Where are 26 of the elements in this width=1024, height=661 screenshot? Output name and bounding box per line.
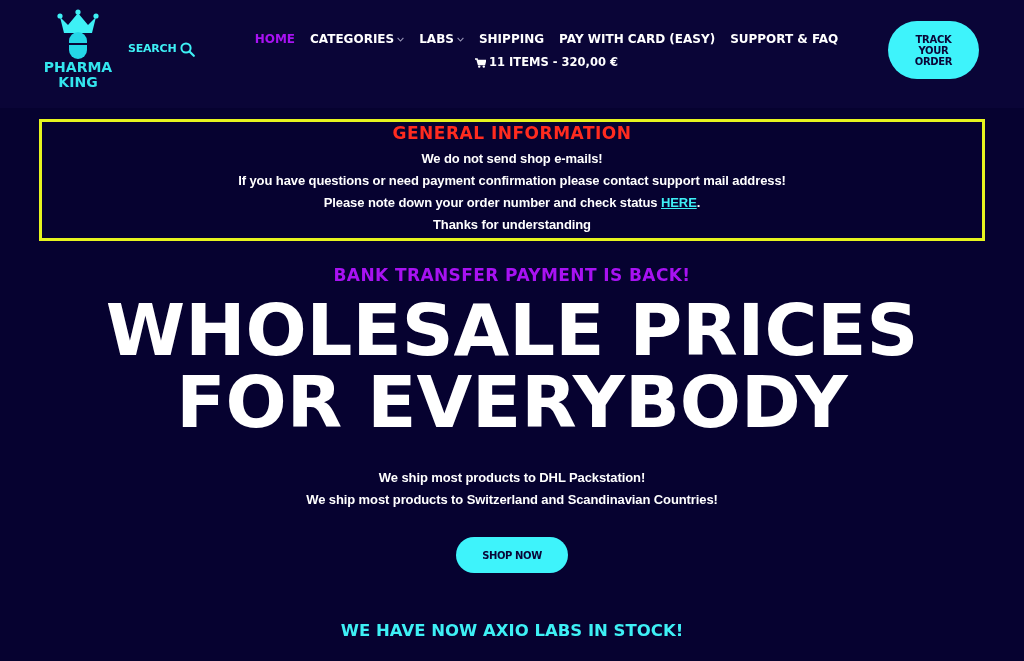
track-order-button[interactable]: TRACK YOUR ORDER xyxy=(888,21,979,79)
nav-link[interactable]: HOME xyxy=(254,30,296,48)
search-link[interactable]: SEARCH xyxy=(128,41,195,58)
shop-now-button[interactable]: SHOP NOW xyxy=(456,537,568,573)
nav-link[interactable]: SHIPPING xyxy=(478,30,545,48)
stock-announcement: WE HAVE NOW AXIO LABS IN STOCK! xyxy=(340,621,684,641)
shipping-text: We ship most products to Switzerland and Scandinavian Countries! xyxy=(306,491,718,509)
status-link[interactable]: HERE xyxy=(661,195,697,210)
shipping-text: We ship most products to DHL Packstation! xyxy=(378,469,646,487)
logo-text[interactable]: PHARMA KING xyxy=(40,60,116,90)
hero-headline: FOR EVERYBODY xyxy=(176,366,848,438)
nav-link[interactable]: LABS xyxy=(419,30,464,48)
crown-pill-logo-icon xyxy=(57,9,99,59)
promo-kicker: BANK TRANSFER PAYMENT IS BACK! xyxy=(333,265,691,285)
hero-headline: WHOLESALE PRICES xyxy=(105,294,919,366)
nav-link[interactable]: SUPPORT & FAQ xyxy=(730,30,839,48)
cart-link[interactable]: 11 ITEMS - 320,00 € xyxy=(475,54,618,72)
nav-link[interactable]: CATEGORIES xyxy=(310,30,405,48)
cart-icon xyxy=(475,57,487,68)
info-title: GENERAL INFORMATION xyxy=(392,123,632,143)
info-text: We do not send shop e-mails! xyxy=(421,150,603,168)
info-text: Please note down your order number and check status HERE. xyxy=(323,194,701,212)
search-icon xyxy=(179,41,195,57)
info-text: Thanks for understanding xyxy=(433,216,591,234)
nav-link[interactable]: PAY WITH CARD (EASY) xyxy=(559,30,716,48)
info-text: If you have questions or need payment confirmation please contact support mail address! xyxy=(238,172,786,190)
